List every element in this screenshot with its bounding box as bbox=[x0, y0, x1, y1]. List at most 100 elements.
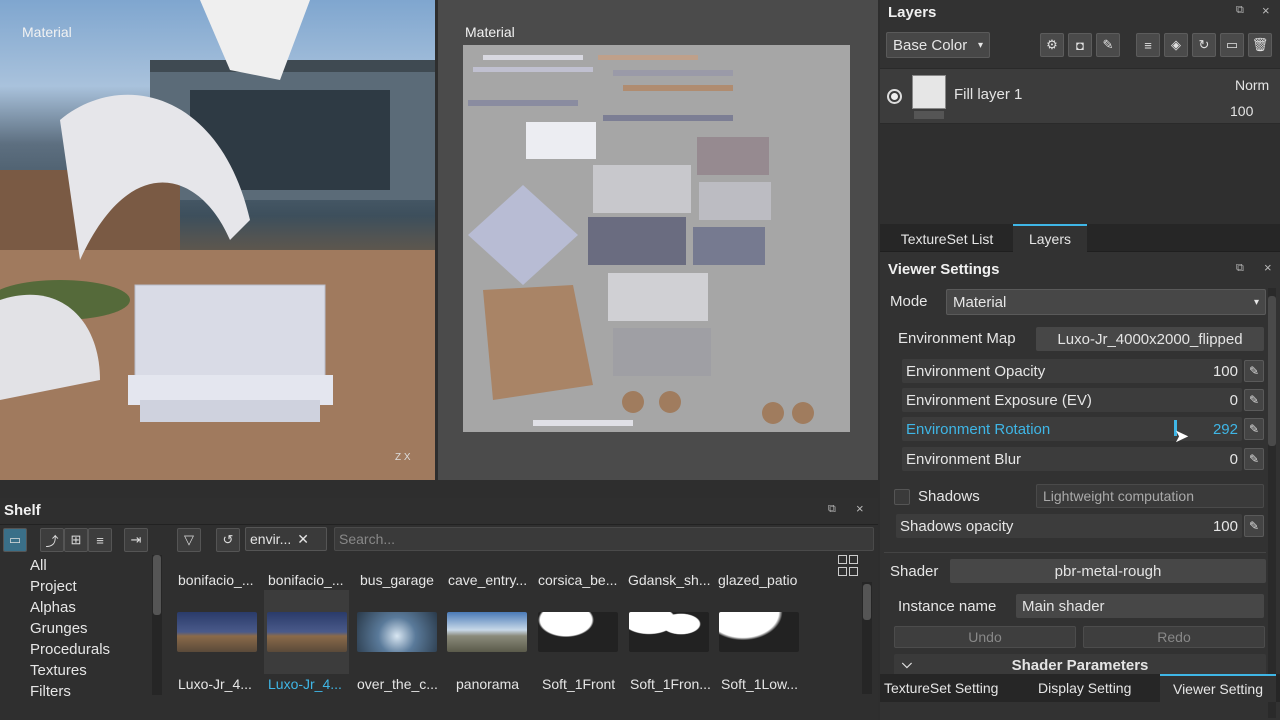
folder-icon[interactable]: ▭ bbox=[1220, 33, 1244, 57]
thumb-label: Luxo-Jr_4... bbox=[178, 676, 252, 692]
filter-icon[interactable]: ▽ bbox=[177, 528, 201, 552]
fill-layer-icon[interactable]: ◈ bbox=[1164, 33, 1188, 57]
category-textures[interactable]: Textures bbox=[30, 660, 110, 681]
grid-view-icon[interactable] bbox=[838, 555, 860, 577]
pencil-icon[interactable]: ✎ bbox=[1244, 448, 1264, 470]
env-map-field[interactable]: Luxo-Jr_4000x2000_flipped bbox=[1036, 327, 1264, 351]
tab-display-setting[interactable]: Display Setting bbox=[1038, 676, 1158, 700]
slider-label: Environment Blur bbox=[906, 450, 1022, 468]
category-scrollbar[interactable] bbox=[152, 555, 162, 695]
brush-icon[interactable]: ✎ bbox=[1096, 33, 1120, 57]
thumb-label: glazed_patio bbox=[718, 572, 798, 588]
layer-row[interactable]: Fill layer 1 Norm 100 bbox=[880, 68, 1280, 124]
category-procedurals[interactable]: Procedurals bbox=[30, 639, 110, 660]
shader-params-header[interactable]: ⌵ Shader Parameters bbox=[894, 654, 1266, 676]
shelf-panel: Shelf ⧉ × ▭ ⤴ ⊞ ≡ ⇥ ▽ ↺ envir... ✕ Searc… bbox=[0, 498, 878, 720]
layer-name: Fill layer 1 bbox=[954, 86, 1023, 103]
redo-button[interactable]: Redo bbox=[1083, 626, 1265, 648]
divider bbox=[0, 524, 878, 525]
shader-params-label: Shader Parameters bbox=[1011, 656, 1149, 674]
chevron-down-icon: ▾ bbox=[977, 39, 983, 51]
instance-name-label: Instance name bbox=[898, 598, 997, 615]
shelf-title: Shelf bbox=[4, 502, 41, 519]
thumb-scrollbar[interactable] bbox=[862, 582, 872, 694]
layer-blend-mode[interactable]: Norm bbox=[1235, 77, 1269, 93]
uv-texture-sheet[interactable] bbox=[463, 45, 850, 432]
env-thumbnail[interactable] bbox=[629, 612, 709, 652]
add-effect-icon[interactable]: ⚙ bbox=[1040, 33, 1064, 57]
channel-dropdown-value: Base Color bbox=[893, 36, 968, 54]
env-thumbnail[interactable] bbox=[267, 612, 347, 652]
category-project[interactable]: Project bbox=[30, 576, 110, 597]
pencil-icon[interactable]: ✎ bbox=[1244, 418, 1264, 440]
category-grunges[interactable]: Grunges bbox=[30, 618, 110, 639]
search-input[interactable]: Search... bbox=[334, 527, 874, 551]
slider-label: Environment Rotation bbox=[906, 420, 1051, 438]
env-thumbnail[interactable] bbox=[719, 612, 799, 652]
layer-opacity[interactable]: 100 bbox=[1230, 103, 1253, 119]
env-opacity-slider[interactable]: Environment Opacity 100 bbox=[902, 359, 1242, 383]
viewer-settings-title: Viewer Settings bbox=[888, 261, 1000, 278]
env-thumbnail[interactable] bbox=[538, 612, 618, 652]
category-filters[interactable]: Filters bbox=[30, 681, 110, 702]
refresh-icon[interactable]: ↻ bbox=[1192, 33, 1216, 57]
add-layer-icon[interactable]: ≡ bbox=[1136, 33, 1160, 57]
env-thumbnail[interactable] bbox=[177, 612, 257, 652]
thumb-label: Soft_1Low... bbox=[721, 676, 799, 692]
instance-name-field[interactable]: Main shader bbox=[1016, 594, 1264, 618]
layers-toolbar-right: ≡ ◈ ↻ ▭ 🗑 bbox=[1136, 33, 1272, 57]
trash-icon[interactable]: 🗑 bbox=[1248, 33, 1272, 57]
env-thumbnail[interactable] bbox=[447, 612, 527, 652]
category-alphas[interactable]: Alphas bbox=[30, 597, 110, 618]
pencil-icon[interactable]: ✎ bbox=[1244, 360, 1264, 382]
shadows-mode-field[interactable]: Lightweight computation bbox=[1036, 484, 1264, 508]
slider-label: Environment Opacity bbox=[906, 362, 1046, 380]
shader-field[interactable]: pbr-metal-rough bbox=[950, 559, 1266, 583]
filter-tag[interactable]: envir... ✕ bbox=[245, 527, 327, 551]
export-icon[interactable]: ⇥ bbox=[124, 528, 148, 552]
mode-dropdown[interactable]: Material ▾ bbox=[946, 289, 1266, 315]
shadows-label: Shadows bbox=[918, 488, 980, 505]
tab-viewer-setting[interactable]: Viewer Setting bbox=[1160, 674, 1276, 702]
category-all[interactable]: All bbox=[30, 555, 110, 576]
slider-value: 292 bbox=[1212, 420, 1238, 438]
add-mask-icon[interactable]: ◘ bbox=[1068, 33, 1092, 57]
tab-textureset-setting[interactable]: TextureSet Setting bbox=[884, 676, 1024, 700]
close-icon[interactable]: ✕ bbox=[297, 531, 309, 548]
tab-textureset-list[interactable]: TextureSet List bbox=[884, 226, 1010, 252]
tab-layers[interactable]: Layers bbox=[1013, 224, 1087, 252]
pencil-icon[interactable]: ✎ bbox=[1244, 389, 1264, 411]
float-icon-2[interactable]: ⧉ bbox=[1236, 262, 1244, 275]
viewport-3d[interactable]: Z X Material bbox=[0, 0, 435, 480]
shadows-opacity-slider[interactable]: Shadows opacity 100 bbox=[896, 514, 1242, 538]
close-icon-2[interactable]: × bbox=[1264, 260, 1272, 275]
env-exposure-slider[interactable]: Environment Exposure (EV) 0 bbox=[902, 388, 1242, 412]
pencil-icon[interactable]: ✎ bbox=[1244, 515, 1264, 537]
close-icon-3[interactable]: × bbox=[856, 501, 864, 516]
axis-hint: Z X bbox=[395, 452, 411, 463]
shadows-checkbox[interactable] bbox=[894, 489, 910, 505]
new-folder-icon[interactable]: ⊞ bbox=[64, 528, 88, 552]
folder-icon[interactable]: ▭ bbox=[3, 528, 27, 552]
thumb-label-selected: Luxo-Jr_4... bbox=[268, 676, 342, 692]
scrollbar[interactable] bbox=[1268, 288, 1276, 718]
reset-icon[interactable]: ↺ bbox=[216, 528, 240, 552]
slider-value: 0 bbox=[1229, 450, 1238, 468]
layer-mask-bar bbox=[914, 111, 944, 119]
visibility-toggle[interactable] bbox=[887, 89, 902, 104]
thumb-label: bonifacio_... bbox=[268, 572, 344, 588]
env-blur-slider[interactable]: Environment Blur 0 bbox=[902, 447, 1242, 471]
env-thumbnail[interactable] bbox=[357, 612, 437, 652]
import-icon[interactable]: ⤴ bbox=[40, 528, 64, 552]
thumb-label: Soft_1Fron... bbox=[630, 676, 711, 692]
close-icon[interactable]: × bbox=[1262, 3, 1270, 18]
undo-button[interactable]: Undo bbox=[894, 626, 1076, 648]
float-icon[interactable]: ⧉ bbox=[1236, 4, 1244, 17]
thumb-label: Soft_1Front bbox=[542, 676, 616, 692]
list-icon[interactable]: ≡ bbox=[88, 528, 112, 552]
mode-label: Mode bbox=[890, 293, 928, 310]
scene-illustration: Z X bbox=[0, 0, 435, 480]
channel-dropdown[interactable]: Base Color ▾ bbox=[886, 32, 990, 58]
float-icon-3[interactable]: ⧉ bbox=[828, 503, 836, 516]
env-rotation-slider[interactable]: Environment Rotation 292 bbox=[902, 417, 1242, 441]
